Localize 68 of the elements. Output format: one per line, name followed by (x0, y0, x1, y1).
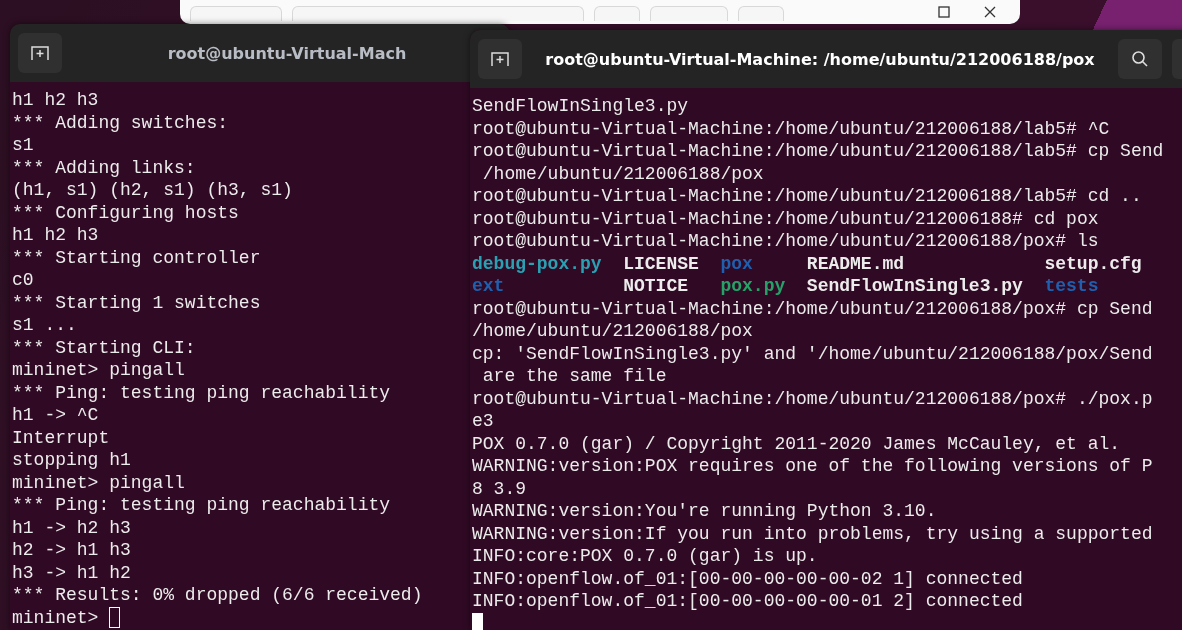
new-tab-button[interactable] (478, 39, 522, 79)
terminal-line: *** Results: 0% dropped (6/6 received) (12, 584, 423, 607)
file-name: tests (1044, 276, 1099, 296)
file-name: pox (720, 253, 753, 274)
terminal-line: cp: 'SendFlowInSingle3.py' and '/home/ubuntu/212006188/pox/Send (472, 342, 1153, 365)
search-icon (1131, 50, 1149, 68)
terminal-line: h1 -> ^C (12, 404, 99, 427)
terminal-line: INFO:openflow.of_01:[00-00-00-00-00-01 2] connected (472, 590, 1023, 613)
terminal-line: WARNING:version:POX requires one of the following versions of P (472, 455, 1153, 478)
terminal-line: /home/ubuntu/212006188/pox (481, 162, 764, 185)
terminal-line: *** Configuring hosts (12, 201, 239, 224)
new-tab-button[interactable] (18, 33, 62, 73)
terminal-line: stopping h1 (12, 449, 131, 472)
close-icon[interactable] (984, 6, 996, 18)
file-name: setup.cfg (1044, 253, 1142, 274)
terminal-line: *** Starting 1 switches (12, 291, 261, 314)
terminal-line: mininet> pingall (12, 359, 185, 382)
terminal-line: WARNING:version:You're running Python 3.10. (472, 500, 937, 523)
terminal-line: POX 0.7.0 (gar) / Copyright 2011-2020 James McCauley, et al. (472, 432, 1121, 455)
file-name: ext (472, 276, 505, 296)
terminal-line: h1 -> h2 h3 (12, 516, 131, 539)
terminal-line: *** Starting controller (12, 246, 261, 269)
terminal-line: e3 (472, 410, 494, 433)
window-title: root@ubuntu-Virtual-Machine: /home/ubuntu/212006188/pox (544, 49, 1096, 69)
terminal-line: (h1, s1) (h2, s1) (h3, s1) (12, 179, 293, 202)
terminal-line: s1 (12, 134, 34, 157)
file-name: pox.py (720, 276, 786, 296)
new-tab-icon (31, 45, 49, 61)
terminal-line: 8 3.9 (472, 477, 526, 500)
path-bar[interactable] (292, 6, 584, 21)
terminal-line: root@ubuntu-Virtual-Machine:/home/ubuntu/212006188# cd pox (472, 207, 1099, 230)
terminal-line: WARNING:version:If you run into problems, try using a supported (472, 522, 1153, 545)
terminal-line: root@ubuntu-Virtual-Machine:/home/ubuntu/212006188/lab5# ^C (472, 117, 1110, 140)
terminal-line: *** Adding links: (12, 156, 196, 179)
file-name: LICENSE (623, 253, 699, 274)
search-button[interactable] (1118, 39, 1162, 79)
terminal-line: are the same file (481, 365, 667, 388)
terminal-line: *** Starting CLI: (12, 336, 196, 359)
terminal-line: c0 (12, 269, 34, 292)
file-name: SendFlowInSingle3.py (806, 276, 1023, 296)
terminal-line: INFO:core:POX 0.7.0 (gar) is up. (472, 545, 818, 568)
terminal-line: *** Ping: testing ping reachability (12, 381, 391, 404)
terminal-line: root@ubuntu-Virtual-Machine:/home/ubuntu/212006188/lab5# cd .. (472, 185, 1142, 208)
maximize-icon[interactable] (938, 6, 950, 18)
terminal-line: root@ubuntu-Virtual-Machine:/home/ubuntu/212006188/pox# cp Send (472, 297, 1153, 320)
terminal-line: mininet> (12, 606, 99, 629)
terminal-line: Interrupt (12, 426, 110, 449)
terminal-line: h3 -> h1 h2 (12, 561, 131, 584)
terminal-line: mininet> pingall (12, 471, 185, 494)
file-name: debug-pox.py (472, 253, 602, 274)
terminal-line: root@ubuntu-Virtual-Machine:/home/ubuntu/212006188/pox# ./pox.p (472, 387, 1153, 410)
terminal-line: h2 -> h1 h3 (12, 539, 131, 562)
file-name: NOTICE (623, 276, 689, 296)
terminal-line: h1 h2 h3 (12, 224, 99, 247)
terminal-line: root@ubuntu-Virtual-Machine:/home/ubuntu/212006188/pox# ls (472, 230, 1099, 253)
terminal-line: *** Adding switches: (12, 111, 229, 134)
terminal-line: root@ubuntu-Virtual-Machine:/home/ubuntu/212006188/lab5# cp Send (472, 140, 1164, 163)
terminal-line: SendFlowInSingle3.py (472, 95, 689, 118)
terminal-line: s1 ... (12, 314, 77, 337)
new-tab-icon (491, 51, 509, 67)
terminal-line: *** Ping: testing ping reachability (12, 494, 391, 517)
terminal-line: INFO:openflow.of_01:[00-00-00-00-00-02 1] connected (472, 567, 1023, 590)
navigation-buttons[interactable] (190, 6, 282, 21)
file-name: README.md (806, 253, 905, 274)
view-button[interactable] (650, 6, 728, 21)
terminal-line: h1 h2 h3 (12, 89, 99, 112)
window-title: root@ubuntu-Virtual-Mach (166, 43, 408, 63)
terminal-line: /home/ubuntu/212006188/pox (472, 320, 753, 343)
